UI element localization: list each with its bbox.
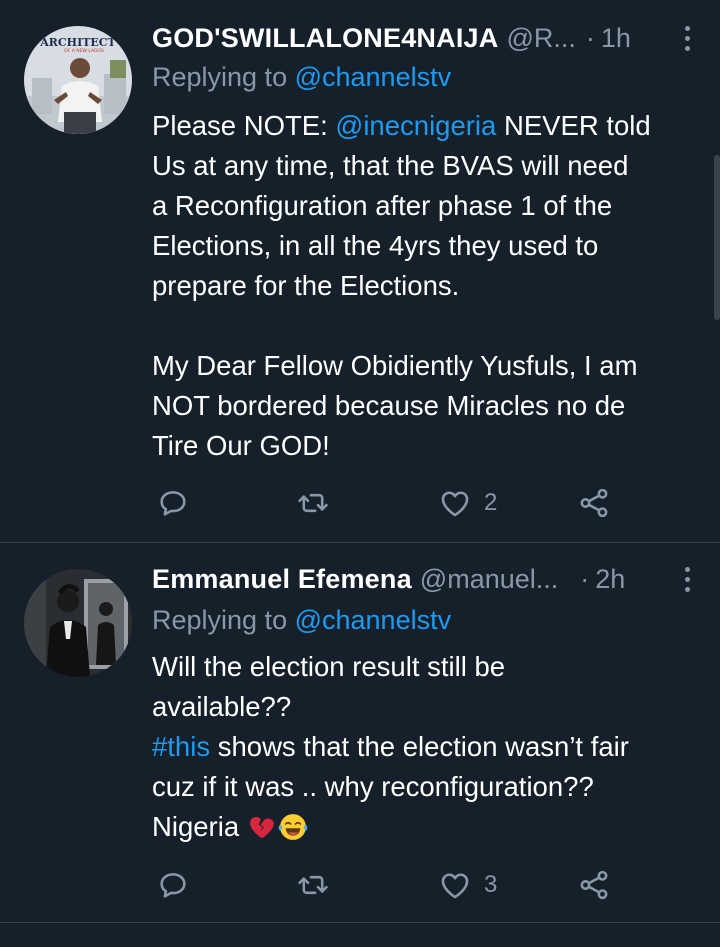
- tweet-reply-1[interactable]: ARCHITECT OF A NEW LAGOS GOD'SWILLALONE4…: [0, 0, 720, 543]
- share-button[interactable]: [577, 863, 611, 907]
- tweet-text-fragment: NEVER told: [496, 110, 651, 141]
- tweet-line: #this shows that the election wasn’t fai…: [152, 727, 700, 767]
- avatar[interactable]: [24, 569, 132, 677]
- reply-button[interactable]: [156, 863, 190, 907]
- tweet-reply-2[interactable]: Emmanuel Efemena @manuel... · 2h Replyin…: [0, 543, 720, 923]
- like-icon: [441, 491, 469, 517]
- tweet-text-fragment: Please NOTE:: [152, 110, 336, 141]
- author-handle[interactable]: @manuel...: [420, 564, 558, 595]
- tweet-line: available??: [152, 691, 292, 722]
- replying-to: Replying to @channelstv: [152, 605, 451, 636]
- like-count: 2: [484, 489, 498, 516]
- tweet-text-fragment: shows that the election wasn’t fair: [210, 731, 629, 762]
- share-icon: [580, 870, 608, 900]
- tweet-text: Will the election result still be availa…: [152, 647, 700, 847]
- avatar-image: [24, 569, 132, 677]
- tweet-line: prepare for the Elections.: [152, 270, 460, 301]
- retweet-icon: [298, 493, 328, 513]
- tweet-line: Tire Our GOD!: [152, 430, 330, 461]
- tweet-actions: 3: [152, 863, 622, 907]
- avatar-logo-text: ARCHITECT: [39, 36, 116, 49]
- avatar[interactable]: ARCHITECT OF A NEW LAGOS: [24, 26, 132, 134]
- broken-heart-emoji: [247, 812, 277, 853]
- hashtag-link[interactable]: #this: [152, 731, 210, 762]
- retweet-button[interactable]: [296, 863, 330, 907]
- replying-to: Replying to @channelstv: [152, 62, 451, 93]
- tweet-line: Please NOTE: @inecnigeria NEVER told: [152, 106, 700, 146]
- replying-prefix: Replying to: [152, 605, 295, 635]
- tweet-text: Please NOTE: @inecnigeria NEVER told Us …: [152, 106, 700, 466]
- share-icon: [580, 488, 608, 518]
- tweet-line: a Reconfiguration after phase 1 of the: [152, 190, 613, 221]
- reply-button[interactable]: [156, 481, 190, 525]
- author-handle[interactable]: @R...: [506, 23, 575, 54]
- tweet-line: cuz if it was .. why reconfiguration??: [152, 771, 594, 802]
- separator-dot: ·: [585, 22, 595, 53]
- reply-icon: [160, 491, 186, 516]
- tweet-line: Will the election result still be: [152, 651, 506, 682]
- tweet-line: Us at any time, that the BVAS will need: [152, 150, 629, 181]
- tweet-line: My Dear Fellow Obidiently Yusfuls, I am: [152, 350, 638, 381]
- tweet-line: NOT bordered because Miracles no de: [152, 390, 626, 421]
- share-button[interactable]: [577, 481, 611, 525]
- avatar-logo-subtext: OF A NEW LAGOS: [64, 48, 104, 54]
- more-options-icon[interactable]: [682, 22, 692, 54]
- tweet-line: Elections, in all the 4yrs they used to: [152, 230, 599, 261]
- scrollbar[interactable]: [714, 155, 720, 320]
- tweet-actions: 2: [152, 481, 622, 525]
- tweet-text-fragment: Nigeria: [152, 811, 247, 842]
- reply-icon: [160, 873, 186, 898]
- retweet-icon: [298, 875, 328, 895]
- like-icon: [441, 873, 469, 899]
- like-button[interactable]: 3: [438, 863, 497, 907]
- replying-to-mention[interactable]: @channelstv: [295, 605, 452, 635]
- separator-dot: ·: [580, 563, 590, 594]
- more-options-icon[interactable]: [682, 563, 692, 595]
- laughing-tears-emoji: [277, 812, 309, 853]
- tweet-header: GOD'SWILLALONE4NAIJA @R... · 1h: [152, 20, 692, 56]
- timestamp[interactable]: 2h: [595, 564, 625, 595]
- tweet-header: Emmanuel Efemena @manuel... · 2h: [152, 561, 692, 597]
- like-count: 3: [484, 871, 498, 898]
- author-name[interactable]: GOD'SWILLALONE4NAIJA: [152, 23, 498, 54]
- retweet-button[interactable]: [296, 481, 330, 525]
- like-button[interactable]: 2: [438, 481, 497, 525]
- timestamp[interactable]: 1h: [601, 23, 631, 54]
- replying-prefix: Replying to: [152, 62, 295, 92]
- author-name[interactable]: Emmanuel Efemena: [152, 564, 412, 595]
- replying-to-mention[interactable]: @channelstv: [295, 62, 452, 92]
- mention-link[interactable]: @inecnigeria: [335, 110, 496, 141]
- tweet-line: Nigeria: [152, 807, 700, 847]
- avatar-image: ARCHITECT OF A NEW LAGOS: [24, 26, 132, 134]
